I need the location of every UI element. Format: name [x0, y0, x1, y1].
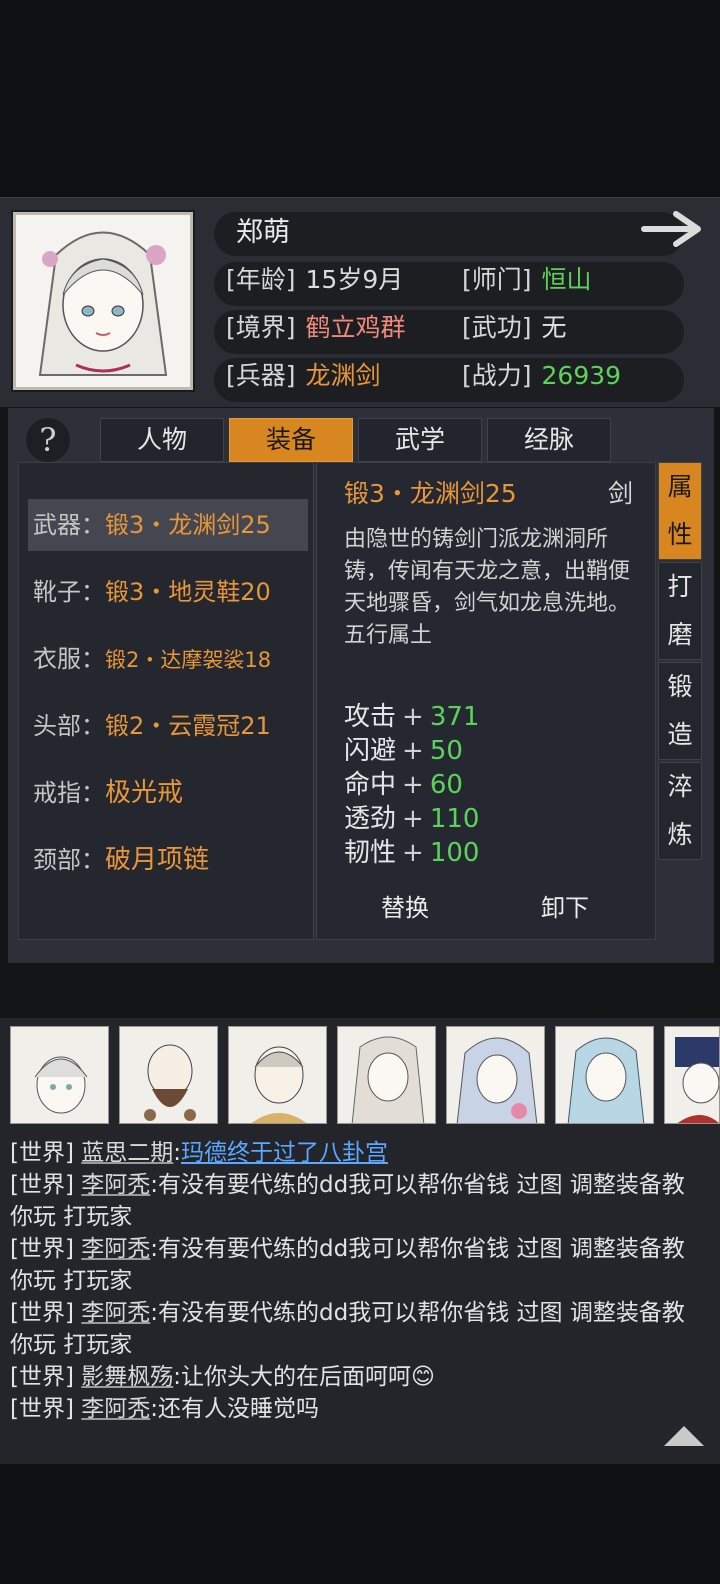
- party-portrait[interactable]: [10, 1026, 109, 1124]
- attribute-row: 韧性 +100: [344, 838, 480, 868]
- chat-message: [世界] 李阿秃:有没有要代练的dd我可以帮你省钱 过图 调整装备教你玩 打玩家: [10, 1172, 685, 1230]
- tab-meridians[interactable]: 经脉: [487, 418, 611, 462]
- stat-age: [年龄] 15岁9月: [226, 265, 404, 294]
- character-portrait[interactable]: [13, 212, 193, 390]
- side-tab-forge[interactable]: 锻造: [658, 662, 702, 760]
- attribute-row: 攻击 +371: [344, 702, 480, 732]
- party-portrait[interactable]: [228, 1026, 327, 1124]
- slot-head[interactable]: 头部：锻2・云霞冠21: [28, 700, 308, 752]
- stat-martial-art: [武功] 无: [462, 313, 567, 342]
- side-tab-polish[interactable]: 打磨: [658, 562, 702, 660]
- tab-character[interactable]: 人物: [100, 418, 224, 462]
- top-black-bar: [0, 0, 720, 197]
- item-attributes[interactable]: 攻击 +371 闪避 +50 命中 +60 透劲 +110 韧性 +100: [344, 700, 644, 876]
- unequip-button[interactable]: 卸下: [490, 888, 640, 928]
- item-description: 由隐世的铸剑门派龙渊洞所铸，传闻有天龙之意，出鞘便天地骤昏，剑气如龙息洗地。 五…: [344, 527, 631, 648]
- chat-message: [世界] 影舞枫殇:让你头大的在后面呵呵😊: [10, 1364, 435, 1390]
- item-title: 锻3・龙渊剑25: [344, 479, 517, 508]
- attribute-row: 透劲 +110: [344, 804, 480, 834]
- attribute-row: 命中 +60: [344, 770, 463, 800]
- side-tab-attributes[interactable]: 属性: [658, 462, 702, 560]
- chat-link[interactable]: 玛德终于过了八卦宫: [181, 1140, 388, 1166]
- side-tab-bar: 属性 打磨 锻造 淬炼: [658, 462, 702, 860]
- slot-weapon[interactable]: 武器：锻3・龙渊剑25: [28, 499, 308, 551]
- tab-martial-arts[interactable]: 武学: [358, 418, 482, 462]
- slot-clothes[interactable]: 衣服：锻2・达摩袈裟18: [28, 633, 308, 685]
- help-icon[interactable]: ?: [26, 418, 70, 462]
- attribute-row: 闪避 +50: [344, 736, 463, 766]
- party-portrait[interactable]: [119, 1026, 218, 1124]
- stat-realm: [境界] 鹤立鸡群: [226, 313, 406, 342]
- side-tab-temper[interactable]: 淬炼: [658, 762, 702, 860]
- chat-message: [世界] 李阿秃:还有人没睡觉吗: [10, 1396, 320, 1422]
- slot-ring[interactable]: 戒指：极光戒: [28, 767, 308, 819]
- party-portrait[interactable]: [337, 1026, 436, 1124]
- chat-message: [世界] 蓝思二期:玛德终于过了八卦宫: [10, 1140, 389, 1166]
- item-type: 剑: [608, 479, 634, 508]
- stat-sect: [师门] 恒山: [462, 265, 592, 294]
- slot-boots[interactable]: 靴子：锻3・地灵鞋20: [28, 566, 308, 618]
- bottom-black-bar: [0, 1464, 720, 1584]
- chat-log[interactable]: [世界] 蓝思二期:玛德终于过了八卦宫 [世界] 李阿秃:有没有要代练的dd我可…: [10, 1137, 700, 1425]
- scroll-up-icon[interactable]: [662, 1424, 706, 1448]
- party-portrait-strip: [0, 1026, 720, 1126]
- slot-neck[interactable]: 颈部：破月项链: [28, 834, 308, 886]
- party-portrait[interactable]: [555, 1026, 654, 1124]
- chat-message: [世界] 李阿秃:有没有要代练的dd我可以帮你省钱 过图 调整装备教你玩 打玩家: [10, 1300, 685, 1358]
- party-portrait[interactable]: [446, 1026, 545, 1124]
- next-arrow-icon[interactable]: [640, 208, 706, 250]
- tab-equipment[interactable]: 装备: [229, 418, 353, 462]
- replace-button[interactable]: 替换: [330, 888, 480, 928]
- character-name: 郑萌: [236, 217, 290, 248]
- stat-weapon: [兵器] 龙渊剑: [226, 361, 381, 390]
- stat-power: [战力] 26939: [462, 361, 622, 390]
- chat-message: [世界] 李阿秃:有没有要代练的dd我可以帮你省钱 过图 调整装备教你玩 打玩家: [10, 1236, 685, 1294]
- party-portrait[interactable]: [664, 1026, 720, 1124]
